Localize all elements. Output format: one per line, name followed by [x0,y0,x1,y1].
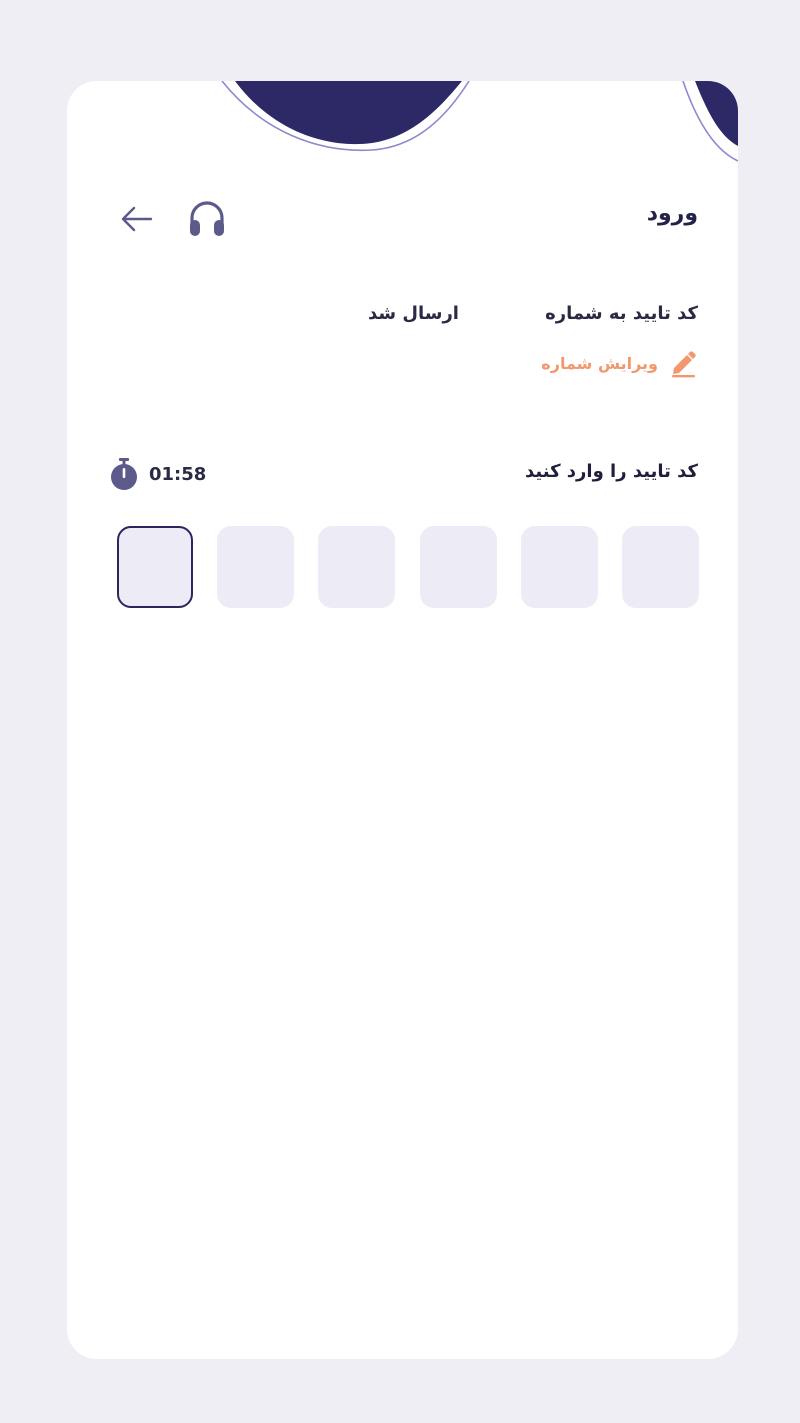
code-entry-header: کد تایید را وارد کنید 01:58 [107,457,698,493]
otp-digit-5[interactable] [217,526,295,608]
headphones-icon [190,201,224,236]
edit-number-label: ویرایش شماره [541,353,658,373]
page-title: ورود [646,201,698,226]
otp-input-group [117,526,699,608]
decorative-blobs [221,81,738,162]
countdown-timer: 01:58 [109,457,206,491]
code-entry-label: کد تایید را وارد کنید [524,461,698,482]
login-card: ورود کد تایید به شماره ارسال شد ویرایش ش… [67,81,738,1359]
support-button[interactable] [187,199,227,239]
otp-digit-2[interactable] [520,526,598,608]
timer-text: 01:58 [149,463,207,485]
otp-digit-3[interactable] [419,526,497,608]
back-button[interactable] [119,201,155,237]
arrow-left-icon [121,206,153,232]
top-bar: ورود [67,193,738,243]
pencil-icon [672,351,696,378]
code-sent-suffix: ارسال شد [368,303,459,324]
otp-digit-1[interactable] [621,526,699,608]
edit-number-link[interactable]: ویرایش شماره [541,347,698,379]
otp-digit-4[interactable] [318,526,396,608]
code-sent-prefix: کد تایید به شماره [545,303,698,324]
otp-digit-6[interactable] [117,526,193,608]
code-sent-message: کد تایید به شماره ارسال شد [298,303,698,333]
stopwatch-icon [111,458,137,490]
